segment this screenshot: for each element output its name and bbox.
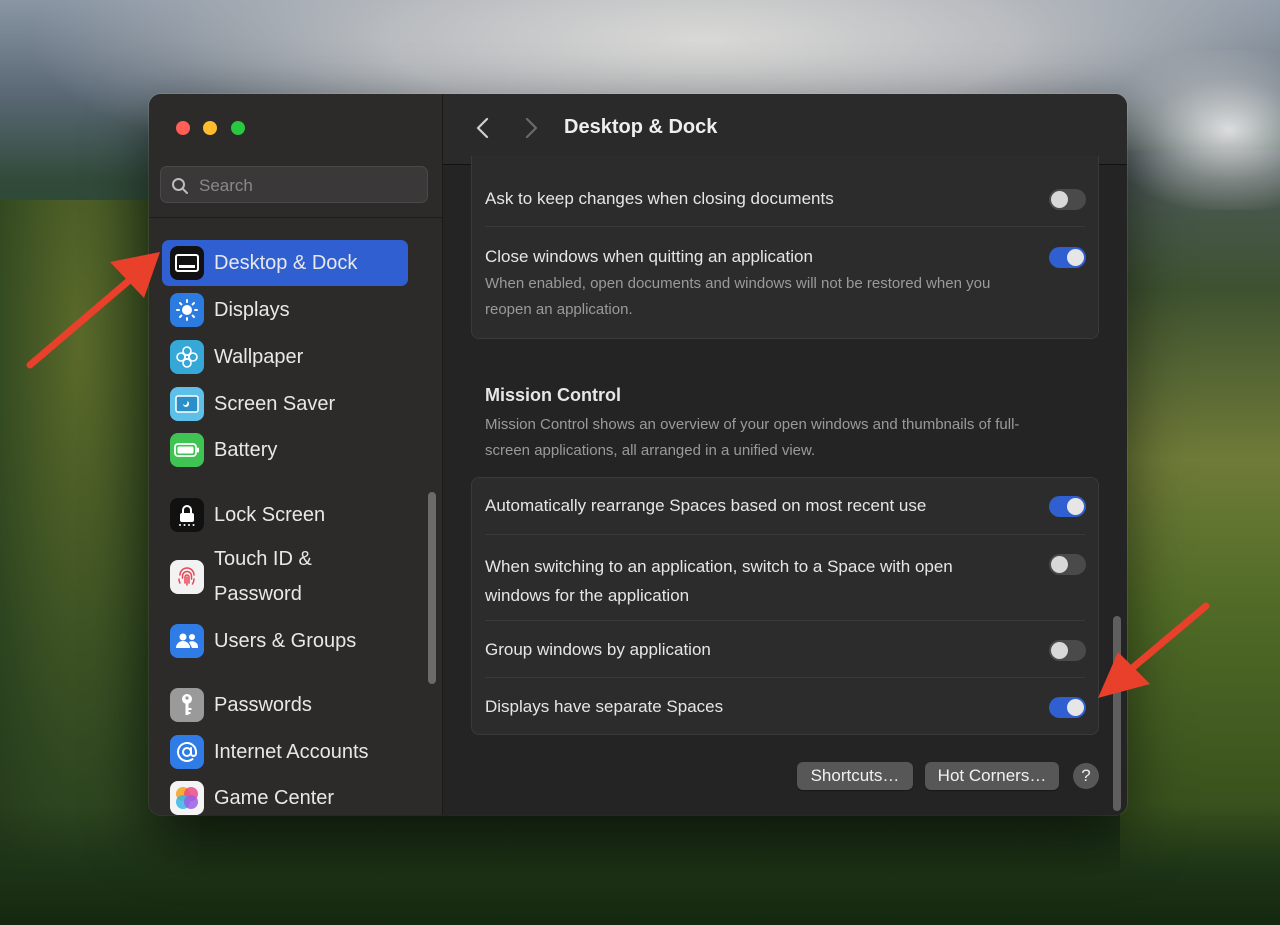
shortcuts-button[interactable]: Shortcuts…: [797, 762, 913, 790]
setting-label: When switching to an application, switch…: [485, 557, 953, 576]
system-settings-window: Desktop & Dock Displays Wallpaper Screen…: [149, 94, 1127, 815]
hot-corners-button[interactable]: Hot Corners…: [925, 762, 1059, 790]
windows-settings-group: Ask to keep changes when closing documen…: [471, 156, 1099, 339]
sidebar-item-label: Screen Saver: [214, 392, 336, 415]
main-panel: Desktop & Dock Ask to keep changes when …: [443, 94, 1127, 815]
flower-icon: [170, 340, 204, 374]
battery-icon: [170, 433, 204, 467]
help-button[interactable]: ?: [1073, 763, 1099, 789]
sidebar-item-label: Internet Accounts: [214, 740, 369, 763]
sidebar-item-label: Users & Groups: [214, 629, 357, 652]
setting-label: Automatically rearrange Spaces based on …: [485, 496, 927, 515]
search-icon: [172, 178, 188, 194]
sidebar-item-wallpaper[interactable]: Wallpaper: [162, 334, 408, 380]
switch-space-toggle[interactable]: [1049, 554, 1086, 575]
search-input[interactable]: [197, 173, 421, 199]
dock-icon: [170, 246, 204, 280]
row-divider: [485, 677, 1085, 678]
titlebar: Desktop & Dock: [443, 94, 1127, 165]
toggle-knob: [1067, 699, 1084, 716]
game-center-icon: [170, 781, 204, 815]
sidebar: Desktop & Dock Displays Wallpaper Screen…: [149, 94, 443, 815]
sidebar-item-game-center[interactable]: Game Center: [162, 775, 408, 815]
setting-description: When enabled, open documents and windows…: [485, 275, 991, 292]
setting-label: Group windows by application: [485, 640, 711, 659]
sidebar-item-label: Game Center: [214, 786, 335, 809]
setting-label-line2: windows for the application: [485, 586, 690, 605]
section-description: Mission Control shows an overview of you…: [485, 412, 1085, 464]
row-divider: [485, 620, 1085, 621]
lock-icon: [170, 498, 204, 532]
setting-row-separate-spaces: Displays have separate Spaces: [485, 697, 1085, 717]
row-divider: [485, 226, 1085, 227]
setting-row-group-windows: Group windows by application: [485, 640, 1085, 660]
sidebar-item-label: Battery: [214, 438, 278, 461]
sidebar-item-label: Touch ID &: [214, 548, 312, 570]
setting-row-ask-keep-changes: Ask to keep changes when closing documen…: [485, 189, 1085, 209]
toggle-knob: [1067, 498, 1084, 515]
ask-keep-changes-toggle[interactable]: [1049, 189, 1086, 210]
sidebar-item-label: Displays: [214, 298, 290, 321]
group-windows-toggle[interactable]: [1049, 640, 1086, 661]
key-icon: [170, 688, 204, 722]
setting-row-close-windows: Close windows when quitting an applicati…: [485, 247, 1085, 323]
sun-icon: [170, 293, 204, 327]
sidebar-item-lock-screen[interactable]: Lock Screen: [162, 492, 408, 538]
sidebar-item-screen-saver[interactable]: Screen Saver: [162, 381, 408, 427]
page-title: Desktop & Dock: [564, 116, 718, 138]
minimize-window-button[interactable]: [203, 121, 217, 135]
setting-description-line2: reopen an application.: [485, 301, 633, 318]
rearrange-spaces-toggle[interactable]: [1049, 496, 1086, 517]
toggle-knob: [1051, 556, 1068, 573]
setting-label: Displays have separate Spaces: [485, 697, 724, 716]
users-icon: [170, 624, 204, 658]
sidebar-item-label: Passwords: [214, 693, 312, 716]
toggle-knob: [1051, 191, 1068, 208]
screensaver-icon: [170, 387, 204, 421]
close-windows-toggle[interactable]: [1049, 247, 1086, 268]
sidebar-item-label: Wallpaper: [214, 345, 304, 368]
sidebar-item-internet-accounts[interactable]: Internet Accounts: [162, 729, 408, 775]
section-description-line1: Mission Control shows an overview of you…: [485, 416, 1020, 433]
close-window-button[interactable]: [176, 121, 190, 135]
at-icon: [170, 735, 204, 769]
fingerprint-icon: [170, 560, 204, 594]
sidebar-divider: [149, 217, 442, 218]
sidebar-scrollbar[interactable]: [428, 492, 436, 684]
toggle-knob: [1067, 249, 1084, 266]
sidebar-item-passwords[interactable]: Passwords: [162, 682, 408, 728]
section-description-line2: screen applications, all arranged in a u…: [485, 442, 816, 459]
setting-row-switch-space: When switching to an application, switch…: [485, 552, 1085, 610]
sidebar-item-desktop-dock[interactable]: Desktop & Dock: [162, 240, 408, 286]
search-field[interactable]: [160, 166, 428, 203]
back-chevron-icon[interactable]: [472, 116, 494, 140]
setting-label: Close windows when quitting an applicati…: [485, 247, 813, 266]
sidebar-item-label: Desktop & Dock: [214, 251, 358, 274]
separate-spaces-toggle[interactable]: [1049, 697, 1086, 718]
forward-chevron-icon[interactable]: [520, 116, 542, 140]
setting-row-rearrange-spaces: Automatically rearrange Spaces based on …: [485, 496, 1085, 516]
annotation-arrow-icon: [1098, 602, 1210, 698]
wallpaper-fog: [1110, 50, 1280, 210]
annotation-arrow-icon: [26, 252, 160, 369]
zoom-window-button[interactable]: [231, 121, 245, 135]
sidebar-item-battery[interactable]: Battery: [162, 427, 408, 473]
wallpaper-trees: [0, 805, 1280, 925]
sidebar-item-label: Lock Screen: [214, 503, 326, 526]
sidebar-item-displays[interactable]: Displays: [162, 287, 408, 333]
sidebar-item-users-groups[interactable]: Users & Groups: [162, 618, 408, 664]
mission-control-group: Automatically rearrange Spaces based on …: [471, 477, 1099, 735]
toggle-knob: [1051, 642, 1068, 659]
section-title-mission-control: Mission Control: [485, 385, 621, 405]
sidebar-item-touch-id[interactable]: Touch ID & Password: [162, 541, 408, 613]
setting-label: Ask to keep changes when closing documen…: [485, 189, 834, 208]
sidebar-item-label-line2: Password: [214, 583, 302, 605]
row-divider: [485, 534, 1085, 535]
